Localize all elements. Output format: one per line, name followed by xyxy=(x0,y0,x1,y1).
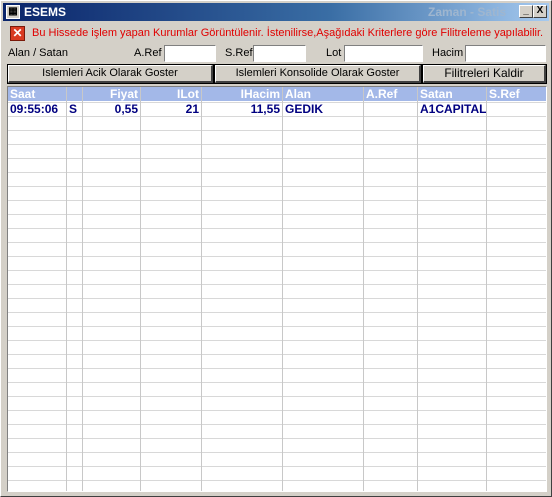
grid-row-line xyxy=(8,424,546,425)
col-side-header[interactable] xyxy=(67,87,82,101)
col-ilot-cell: 21 xyxy=(185,102,199,116)
grid-column-line xyxy=(282,87,283,491)
minimize-button[interactable]: _ xyxy=(519,5,533,18)
hacim-label: Hacim xyxy=(432,47,464,59)
grid-row-line xyxy=(8,396,546,397)
grid-row-line xyxy=(8,116,546,117)
col-saat-cell: 09:55:06 xyxy=(10,102,59,116)
grid-column-line xyxy=(486,87,487,491)
app-window: ▦ ESEMS Zaman - Satis _ X ✕ Bu Hissede i… xyxy=(0,0,552,497)
show-consolidated-button[interactable]: Islemleri Konsolide Olarak Goster xyxy=(214,64,422,84)
grid-row-line xyxy=(8,452,546,453)
grid-row-line xyxy=(8,186,546,187)
grid-row-line xyxy=(8,130,546,131)
trades-grid: Saat Fiyat ILot IHacim Alan A.Ref Satan S.Ref 09… xyxy=(8,87,546,491)
info-banner: ✕ Bu Hissede işlem yapan Kurumlar Görünt… xyxy=(7,25,547,43)
grid-column-line xyxy=(201,87,202,491)
clear-filters-button[interactable]: Filitreleri Kaldir xyxy=(422,64,547,84)
col-sref-header[interactable]: S.Ref xyxy=(487,87,546,101)
grid-row-line xyxy=(8,312,546,313)
grid-column-line xyxy=(66,87,67,491)
col-alan-cell: GEDIK xyxy=(285,102,324,116)
lot-label: Lot xyxy=(326,47,342,59)
grid-row-line xyxy=(8,354,546,355)
col-satan-header[interactable]: Satan xyxy=(418,87,486,101)
col-ilot-header[interactable]: ILot xyxy=(141,87,201,101)
col-sref-cell xyxy=(487,102,546,116)
grid-row-line xyxy=(8,144,546,145)
grid-row-line xyxy=(8,368,546,369)
grid-row-line xyxy=(8,480,546,481)
alan-satan-input[interactable] xyxy=(69,45,123,62)
window-subtitle: Zaman - Satis xyxy=(428,5,507,19)
col-ihacim-header[interactable]: IHacim xyxy=(202,87,282,101)
grid-row-line xyxy=(8,242,546,243)
error-x-icon: ✕ xyxy=(10,26,25,41)
grid-column-line xyxy=(417,87,418,491)
show-open-button[interactable]: Islemleri Acik Olarak Goster xyxy=(7,64,214,84)
col-alan-header[interactable]: Alan xyxy=(283,87,363,101)
col-aref-cell xyxy=(364,102,417,116)
grid-row-line xyxy=(8,298,546,299)
aref-label: A.Ref xyxy=(134,47,162,59)
col-side-cell: S xyxy=(69,102,78,116)
app-icon[interactable]: ▦ xyxy=(6,5,20,19)
grid-row-line xyxy=(8,410,546,411)
grid-column-line xyxy=(363,87,364,491)
grid-row-line xyxy=(8,326,546,327)
col-satan-cell: A1CAPITAL xyxy=(420,102,486,116)
col-aref-header[interactable]: A.Ref xyxy=(364,87,417,101)
grid-row-line xyxy=(8,172,546,173)
grid-column-line xyxy=(140,87,141,491)
lot-input[interactable] xyxy=(344,45,423,62)
col-fiyat-header[interactable]: Fiyat xyxy=(83,87,140,101)
grid-row-line xyxy=(8,284,546,285)
close-button[interactable]: X xyxy=(533,5,547,18)
col-ihacim-cell: 11,55 xyxy=(250,102,280,116)
info-text: Bu Hissede işlem yapan Kurumlar Görüntül… xyxy=(32,27,544,39)
grid-row-line xyxy=(8,466,546,467)
col-saat-header[interactable]: Saat xyxy=(8,87,66,101)
grid-row-line xyxy=(8,340,546,341)
grid-column-line xyxy=(82,87,83,491)
alan-satan-label: Alan / Satan xyxy=(8,47,68,59)
grid-row-line xyxy=(8,256,546,257)
grid-row-line xyxy=(8,438,546,439)
col-fiyat-cell: 0,55 xyxy=(114,102,138,116)
grid-row-line xyxy=(8,382,546,383)
aref-input[interactable] xyxy=(164,45,216,62)
grid-row-line xyxy=(8,214,546,215)
title-bar[interactable]: ▦ ESEMS Zaman - Satis _ X xyxy=(3,3,549,21)
grid-row-line xyxy=(8,228,546,229)
trades-table[interactable]: Saat Fiyat ILot IHacim Alan A.Ref Satan S.Ref 09… xyxy=(7,86,547,492)
filter-row: Alan / Satan A.Ref S.Ref Lot Hacim xyxy=(1,43,552,63)
grid-row-line xyxy=(8,200,546,201)
hacim-input[interactable] xyxy=(465,45,546,62)
sref-input[interactable] xyxy=(253,45,306,62)
grid-row-line xyxy=(8,158,546,159)
grid-row-line xyxy=(8,270,546,271)
window-title: ESEMS xyxy=(24,5,67,19)
sref-label: S.Ref xyxy=(225,47,253,59)
